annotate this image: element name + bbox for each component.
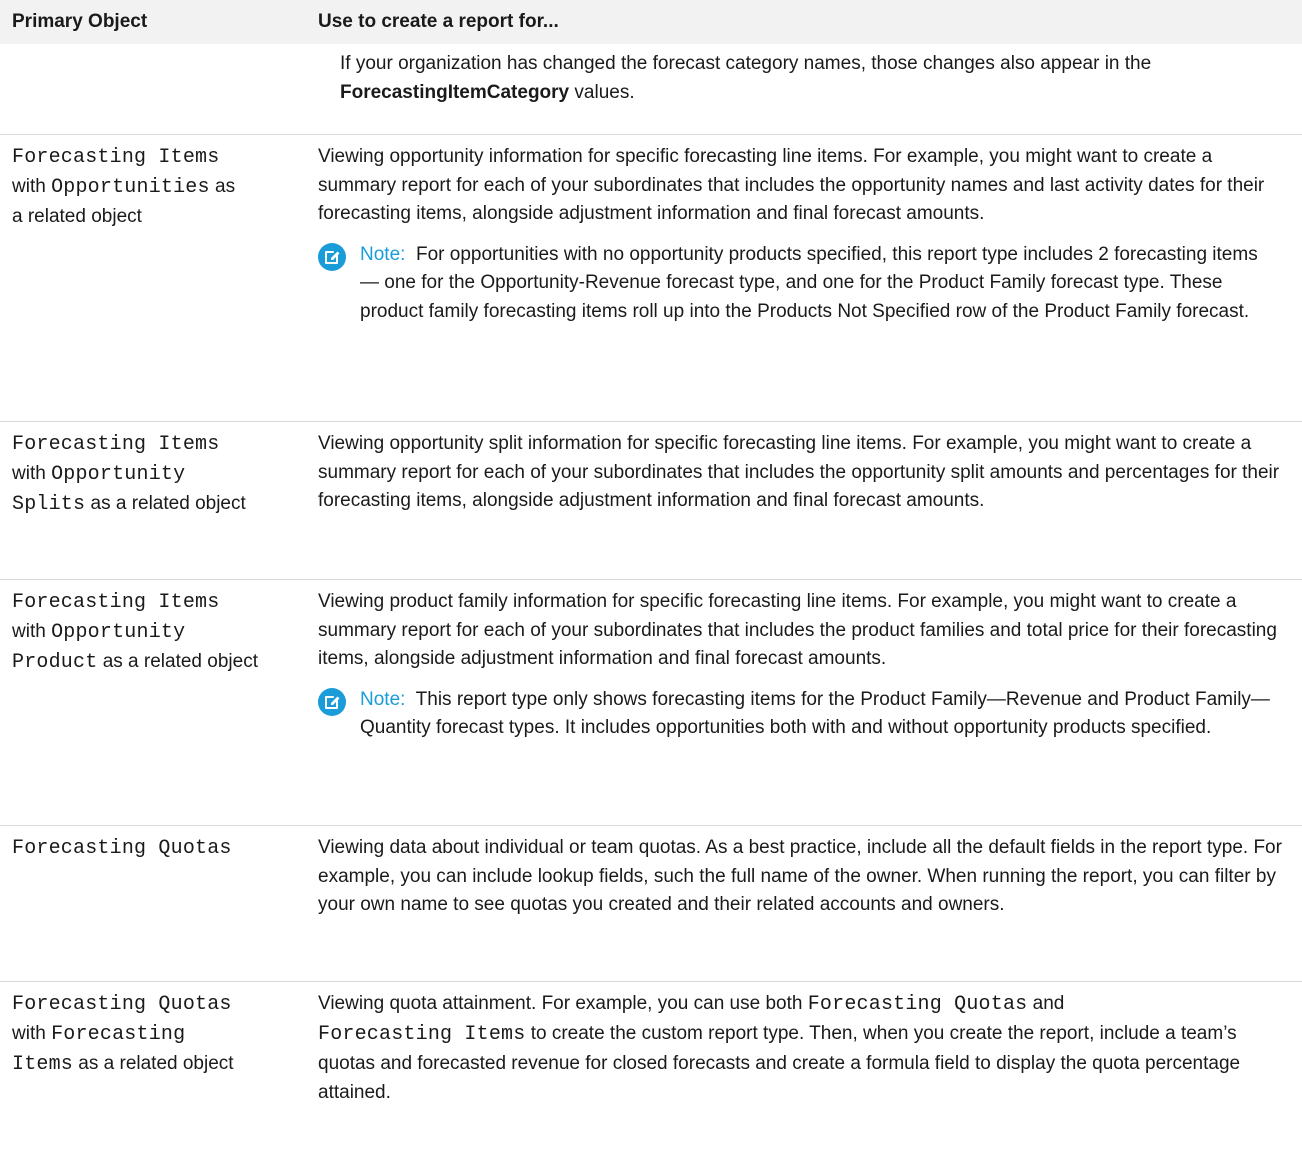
description-cell: Viewing opportunity information for spec…	[306, 135, 1302, 421]
object-suffix: as a related object	[102, 651, 258, 672]
table-row: Forecasting Items with Opportunities as …	[0, 135, 1302, 422]
primary-object-cell: Forecasting Items with Opportunity Split…	[0, 422, 306, 579]
primary-object-cell: Forecasting Items with Opportunities as …	[0, 135, 306, 421]
object-name: Forecasting Items	[12, 433, 220, 456]
related-object-name: Opportunity	[51, 463, 186, 486]
related-object-name-cont: Product	[12, 651, 98, 674]
description-cell: Viewing data about individual or team qu…	[306, 826, 1302, 981]
object-suffix: a related object	[12, 206, 142, 227]
note-text: Note: This report type only shows foreca…	[360, 686, 1290, 743]
object-name: Forecasting Items	[12, 591, 220, 614]
description-cell: If your organization has changed the for…	[306, 44, 1302, 134]
description-cell: Viewing quota attainment. For example, y…	[306, 982, 1302, 1168]
table-row: Forecasting Items with Opportunity Produ…	[0, 580, 1302, 826]
object-connector: as	[215, 176, 236, 197]
description-part: and	[1027, 993, 1065, 1014]
note-edit-icon	[318, 687, 346, 716]
primary-object-cell: Forecasting Items with Opportunity Produ…	[0, 580, 306, 825]
note-body: This report type only shows forecasting …	[360, 688, 1270, 739]
related-object-name: Forecasting	[51, 1023, 186, 1046]
object-suffix: as a related object	[78, 1053, 234, 1074]
object-name: Forecasting Quotas	[12, 837, 232, 860]
note-text: Note: For opportunities with no opportun…	[360, 241, 1290, 327]
inline-object-name: Forecasting Items	[318, 1023, 526, 1046]
report-types-table: Primary Object Use to create a report fo…	[0, 0, 1302, 1168]
header-use-for: Use to create a report for...	[318, 10, 559, 32]
inline-object-name: Forecasting Quotas	[807, 993, 1028, 1016]
table-row: Forecasting Items with Opportunity Split…	[0, 422, 1302, 580]
note-label: Note:	[360, 688, 406, 710]
note-body: For opportunities with no opportunity pr…	[360, 243, 1258, 322]
object-connector: with	[12, 1023, 46, 1044]
object-suffix: as a related object	[90, 493, 246, 514]
object-connector: with	[12, 621, 46, 642]
description-text: Viewing opportunity split information fo…	[318, 433, 1280, 511]
related-object-name-cont: Items	[12, 1053, 74, 1076]
note-label: Note:	[360, 243, 406, 265]
description-part: Viewing quota attainment. For example, y…	[318, 993, 808, 1014]
table-row: Forecasting Quotas with Forecasting Item…	[0, 982, 1302, 1168]
header-primary-object: Primary Object	[12, 10, 148, 32]
forecasting-item-category-term: ForecastingItemCategory	[340, 81, 570, 103]
description-text: Viewing quota attainment. For example, y…	[318, 990, 1290, 1107]
description-cell: Viewing product family information for s…	[306, 580, 1302, 825]
primary-object-cell	[0, 44, 306, 134]
table-row: If your organization has changed the for…	[0, 44, 1302, 135]
continuation-text-end: values.	[569, 81, 635, 103]
related-object-name-cont: Splits	[12, 493, 86, 516]
continuation-text: If your organization has changed the for…	[340, 53, 1152, 74]
description-text: Viewing opportunity information for spec…	[318, 146, 1265, 224]
description-text: Viewing data about individual or team qu…	[318, 837, 1282, 915]
object-name: Forecasting Quotas	[12, 993, 232, 1016]
table-header: Primary Object Use to create a report fo…	[0, 0, 1302, 44]
object-name: Forecasting Items	[12, 146, 220, 169]
table-row: Forecasting Quotas Viewing data about in…	[0, 826, 1302, 982]
note-box: Note: This report type only shows foreca…	[318, 686, 1290, 743]
object-connector: with	[12, 463, 46, 484]
related-object-name: Opportunities	[51, 176, 210, 199]
object-connector: with	[12, 176, 46, 197]
note-edit-icon	[318, 242, 346, 271]
primary-object-cell: Forecasting Quotas with Forecasting Item…	[0, 982, 306, 1168]
description-cell: Viewing opportunity split information fo…	[306, 422, 1302, 579]
note-box: Note: For opportunities with no opportun…	[318, 241, 1290, 327]
related-object-name: Opportunity	[51, 621, 186, 644]
primary-object-cell: Forecasting Quotas	[0, 826, 306, 981]
description-text: Viewing product family information for s…	[318, 591, 1277, 669]
